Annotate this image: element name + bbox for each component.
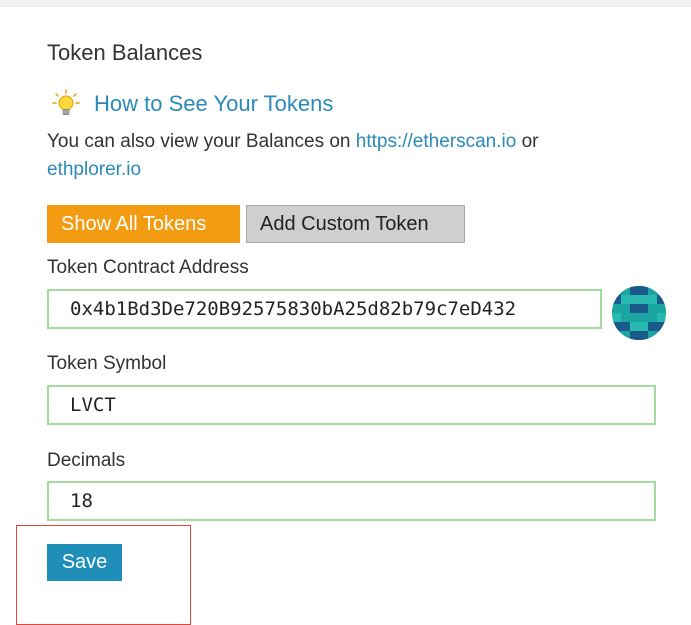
token-button-row: Show All Tokens Add Custom Token — [47, 205, 465, 243]
token-symbol-label: Token Symbol — [47, 353, 167, 374]
howto-link[interactable]: How to See Your Tokens — [94, 91, 333, 117]
contract-address-label: Token Contract Address — [47, 257, 249, 278]
lightbulb-icon — [51, 89, 81, 119]
top-divider — [0, 0, 691, 7]
token-symbol-input[interactable] — [47, 385, 656, 425]
highlight-annotation-box — [16, 525, 191, 625]
balances-text-middle: or — [516, 131, 539, 152]
etherscan-link[interactable]: https://etherscan.io — [356, 131, 517, 152]
add-custom-token-button[interactable]: Add Custom Token — [246, 205, 465, 243]
contract-address-input[interactable] — [47, 289, 602, 329]
identicon-avatar — [612, 286, 666, 340]
show-all-tokens-button[interactable]: Show All Tokens — [47, 205, 240, 243]
decimals-input[interactable] — [47, 481, 656, 521]
section-title: Token Balances — [47, 40, 203, 65]
decimals-label: Decimals — [47, 450, 126, 471]
ethplorer-link[interactable]: ethplorer.io — [47, 159, 141, 180]
howto-row: How to See Your Tokens — [47, 88, 333, 120]
balances-description: You can also view your Balances on https… — [47, 128, 647, 184]
balances-text-prefix: You can also view your Balances on — [47, 131, 356, 152]
